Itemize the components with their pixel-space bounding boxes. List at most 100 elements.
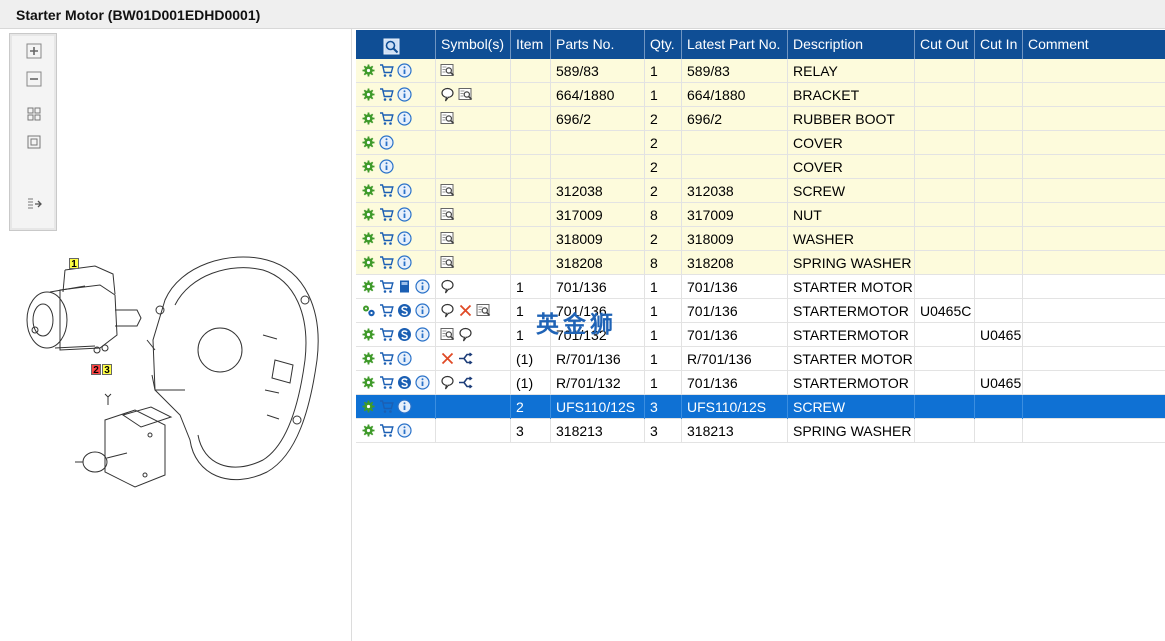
info-icon[interactable]	[397, 351, 412, 366]
gear-icon[interactable]	[361, 135, 376, 150]
table-row[interactable]: 2 UFS110/12S 3 UFS110/12S SCREW	[356, 395, 1165, 419]
column-header-symbols[interactable]: Symbol(s)	[436, 30, 511, 59]
gear-icon[interactable]	[361, 207, 376, 222]
column-header-cut-in[interactable]: Cut In	[975, 30, 1023, 59]
info-icon[interactable]	[397, 111, 412, 126]
table-row[interactable]: 312038 2 312038 SCREW	[356, 179, 1165, 203]
magnify-icon[interactable]	[458, 87, 473, 102]
column-header-description[interactable]: Description	[788, 30, 915, 59]
gear-icon[interactable]	[361, 63, 376, 78]
table-row[interactable]: 3 318213 3 318213 SPRING WASHER	[356, 419, 1165, 443]
info-icon[interactable]	[415, 327, 430, 342]
table-row[interactable]: (1) R/701/132 1 701/136 STARTERMOTOR U0465	[356, 371, 1165, 395]
table-row[interactable]: 1 701/136 1 701/136 STARTER MOTOR	[356, 275, 1165, 299]
zoom-in-icon[interactable]	[25, 42, 43, 60]
table-row[interactable]: 317009 8 317009 NUT	[356, 203, 1165, 227]
info-icon[interactable]	[415, 303, 430, 318]
magnify-icon[interactable]	[440, 207, 455, 222]
table-row[interactable]: 696/2 2 696/2 RUBBER BOOT	[356, 107, 1165, 131]
table-row[interactable]: 2 COVER	[356, 155, 1165, 179]
magnify-icon[interactable]	[440, 111, 455, 126]
info-icon[interactable]	[415, 279, 430, 294]
cart-icon[interactable]	[379, 63, 394, 78]
table-row[interactable]: 1 701/132 1 701/136 STARTERMOTOR U0465	[356, 323, 1165, 347]
column-header-cut-out[interactable]: Cut Out	[915, 30, 975, 59]
gear-icon[interactable]	[361, 423, 376, 438]
gear-icon[interactable]	[361, 159, 376, 174]
cart-icon[interactable]	[379, 87, 394, 102]
table-row[interactable]: 1 701/136 1 701/136 STARTERMOTOR U0465C	[356, 299, 1165, 323]
cart-icon[interactable]	[379, 207, 394, 222]
fit-all-icon[interactable]	[25, 105, 43, 123]
cart-icon[interactable]	[379, 375, 394, 390]
info-icon[interactable]	[397, 63, 412, 78]
export-icon[interactable]	[25, 195, 43, 213]
magnify-icon[interactable]	[440, 255, 455, 270]
table-row[interactable]: 318009 2 318009 WASHER	[356, 227, 1165, 251]
callout-3[interactable]: 3	[102, 364, 112, 376]
cart-icon[interactable]	[379, 327, 394, 342]
cart-icon[interactable]	[379, 303, 394, 318]
info-icon[interactable]	[397, 255, 412, 270]
cart-icon[interactable]	[379, 399, 394, 414]
magnify-icon[interactable]	[440, 63, 455, 78]
info-icon[interactable]	[397, 183, 412, 198]
supersession-icon[interactable]	[397, 303, 412, 318]
info-icon[interactable]	[397, 399, 412, 414]
branch-icon[interactable]	[458, 375, 473, 390]
discontinued-icon[interactable]	[440, 351, 455, 366]
gear-icon[interactable]	[361, 351, 376, 366]
info-icon[interactable]	[397, 87, 412, 102]
search-icon[interactable]	[383, 36, 400, 55]
gear-icon[interactable]	[361, 255, 376, 270]
column-header-actions[interactable]	[356, 30, 436, 59]
exploded-drawing[interactable]: 1 2 3	[5, 240, 350, 510]
info-icon[interactable]	[415, 375, 430, 390]
table-row[interactable]: (1) R/701/136 1 R/701/136 STARTER MOTOR -	[356, 347, 1165, 371]
supersession-icon[interactable]	[397, 327, 412, 342]
info-icon[interactable]	[379, 159, 394, 174]
book-icon[interactable]	[397, 279, 412, 294]
zoom-out-icon[interactable]	[25, 70, 43, 88]
info-icon[interactable]	[397, 423, 412, 438]
gear-icon[interactable]	[361, 375, 376, 390]
magnify-icon[interactable]	[440, 327, 455, 342]
note-icon[interactable]	[440, 375, 455, 390]
cart-icon[interactable]	[379, 111, 394, 126]
column-header-qty[interactable]: Qty.	[645, 30, 682, 59]
supersession-icon[interactable]	[397, 375, 412, 390]
magnify-icon[interactable]	[476, 303, 491, 318]
table-row[interactable]: 2 COVER	[356, 131, 1165, 155]
gears-icon[interactable]	[361, 303, 376, 318]
discontinued-icon[interactable]	[458, 303, 473, 318]
cart-icon[interactable]	[379, 279, 394, 294]
cart-icon[interactable]	[379, 351, 394, 366]
table-row[interactable]: 318208 8 318208 SPRING WASHER	[356, 251, 1165, 275]
gear-icon[interactable]	[361, 327, 376, 342]
table-row[interactable]: 589/83 1 589/83 RELAY	[356, 59, 1165, 83]
column-header-comment[interactable]: Comment	[1023, 30, 1165, 59]
gear-icon[interactable]	[361, 231, 376, 246]
cart-icon[interactable]	[379, 183, 394, 198]
magnify-icon[interactable]	[440, 183, 455, 198]
note-icon[interactable]	[440, 303, 455, 318]
note-icon[interactable]	[440, 279, 455, 294]
column-header-item[interactable]: Item	[511, 30, 551, 59]
gear-icon[interactable]	[361, 111, 376, 126]
callout-1[interactable]: 1	[69, 258, 79, 270]
magnify-icon[interactable]	[440, 231, 455, 246]
gear-icon[interactable]	[361, 279, 376, 294]
note-icon[interactable]	[440, 87, 455, 102]
cart-icon[interactable]	[379, 423, 394, 438]
info-icon[interactable]	[379, 135, 394, 150]
column-header-parts-no[interactable]: Parts No.	[551, 30, 645, 59]
cart-icon[interactable]	[379, 231, 394, 246]
cart-icon[interactable]	[379, 255, 394, 270]
actual-size-icon[interactable]	[25, 133, 43, 151]
column-header-latest-part-no[interactable]: Latest Part No.	[682, 30, 788, 59]
table-row[interactable]: 664/1880 1 664/1880 BRACKET	[356, 83, 1165, 107]
info-icon[interactable]	[397, 207, 412, 222]
gear-icon[interactable]	[361, 183, 376, 198]
note-icon[interactable]	[458, 327, 473, 342]
callout-2[interactable]: 2	[91, 364, 101, 376]
